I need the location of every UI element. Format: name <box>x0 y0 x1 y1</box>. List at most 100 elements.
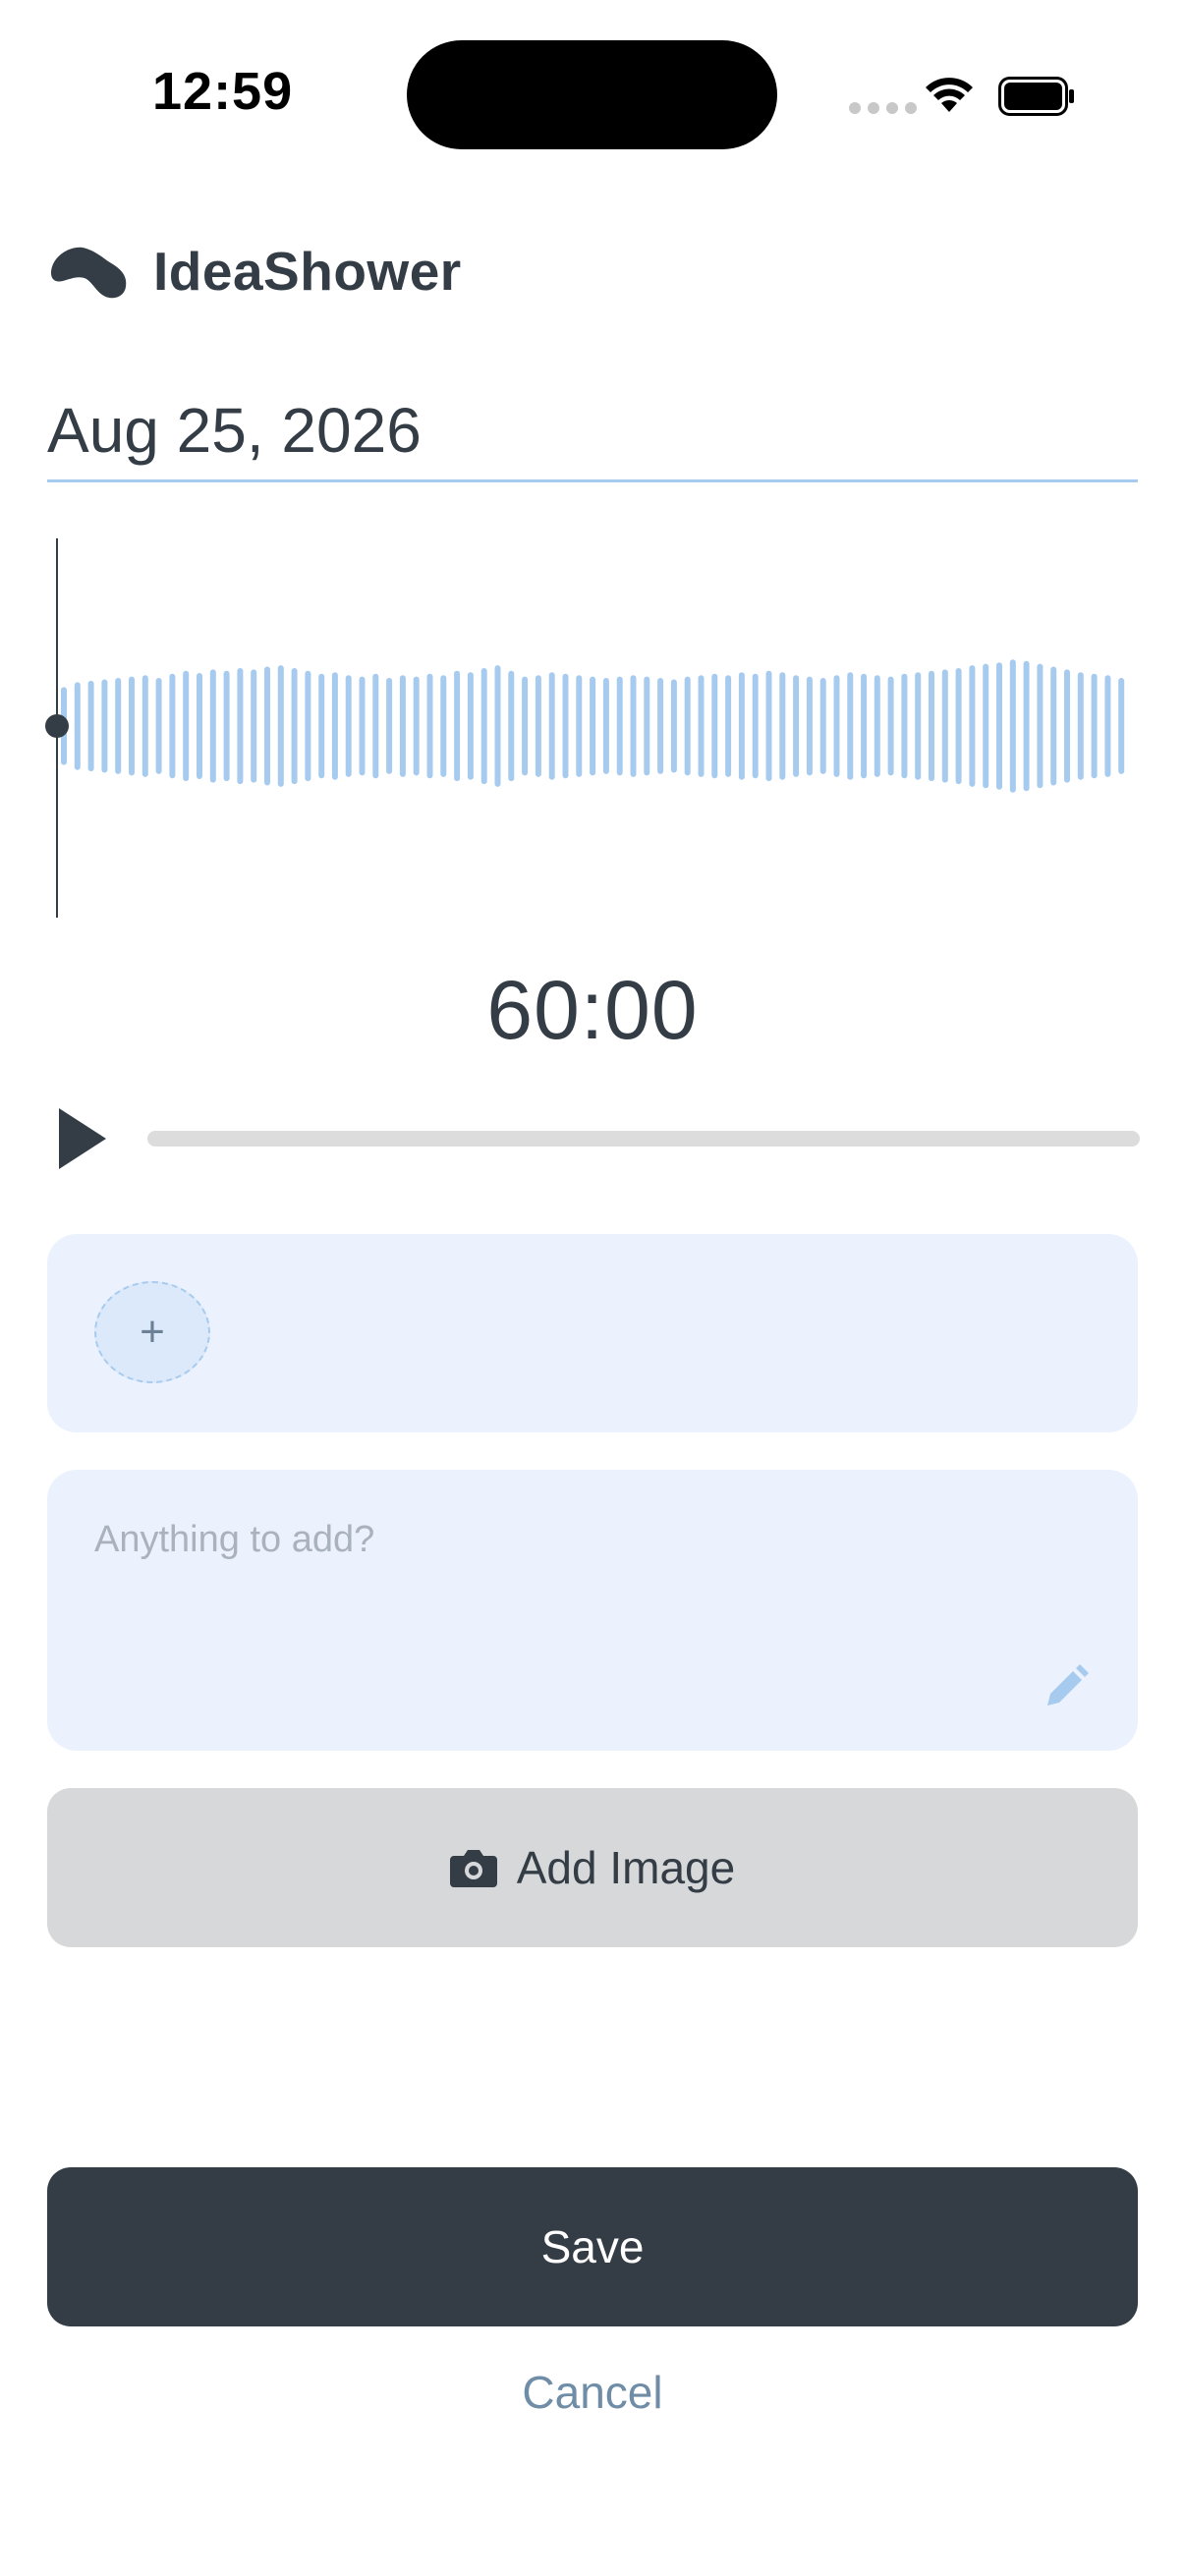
waveform-bar <box>237 668 244 785</box>
waveform-bar <box>1104 675 1111 777</box>
pencil-icon <box>1047 1664 1089 1706</box>
waveform-bar <box>901 673 908 779</box>
waveform-bar <box>752 673 759 779</box>
waveform-bar <box>508 670 515 782</box>
plus-icon: + <box>140 1308 165 1356</box>
waveform-bar <box>440 675 447 777</box>
tags-card: + <box>47 1234 1138 1432</box>
waveform-bar <box>1050 666 1057 786</box>
playhead-handle[interactable] <box>45 714 69 738</box>
waveform-bar <box>535 675 541 777</box>
waveform-bar <box>969 665 976 787</box>
waveform-bar <box>602 678 609 774</box>
waveform-bar <box>480 668 487 785</box>
waveform-bar <box>115 678 122 774</box>
waveform-bar <box>874 675 880 777</box>
waveform-bar <box>467 672 474 780</box>
waveform-bar <box>929 670 934 782</box>
duration-timer: 60:00 <box>486 964 699 1056</box>
waveform-bar <box>819 678 826 774</box>
waveform-bar <box>331 672 338 780</box>
waveform-bar <box>318 673 325 779</box>
waveform-bar <box>359 676 366 776</box>
waveform-bar <box>616 676 623 776</box>
waveform-bar <box>426 673 433 779</box>
waveform-bar <box>590 676 596 776</box>
waveform-bar <box>644 676 650 776</box>
waveform-bar <box>887 676 894 776</box>
save-button[interactable]: Save <box>47 2167 1138 2326</box>
wifi-icon <box>926 78 973 112</box>
status-time: 12:59 <box>152 62 294 121</box>
waveform-bar <box>305 670 311 782</box>
playback-progress-bar[interactable] <box>147 1131 1140 1147</box>
waveform-bar <box>141 675 148 777</box>
add-image-label: Add Image <box>516 1842 736 1893</box>
waveform-bar <box>386 678 393 774</box>
waveform-bar <box>1009 659 1016 793</box>
waveform-bar <box>1077 672 1084 780</box>
waveform-bar <box>522 676 529 776</box>
waveform-bar <box>698 675 705 777</box>
waveform-bar <box>1118 678 1125 774</box>
waveform-bar <box>155 678 162 774</box>
waveform[interactable] <box>47 538 1140 918</box>
waveform-bar <box>277 665 284 787</box>
waveform-bar <box>399 675 406 777</box>
waveform-bar <box>291 668 298 785</box>
waveform-bar <box>251 669 257 783</box>
logo-icon <box>51 247 127 299</box>
waveform-bar <box>87 680 94 772</box>
waveform-bar <box>209 669 216 783</box>
waveform-bar <box>941 669 948 783</box>
signal-icon <box>849 102 917 114</box>
cancel-button[interactable]: Cancel <box>0 2366 1185 2419</box>
waveform-bar <box>765 670 772 782</box>
waveform-bar <box>915 672 922 780</box>
waveform-bar <box>711 673 718 779</box>
waveform-bar <box>345 675 352 777</box>
waveform-bar <box>548 672 555 780</box>
waveform-bar <box>454 670 461 782</box>
waveform-bar <box>413 676 420 776</box>
waveform-bar <box>630 675 637 777</box>
waveform-bar <box>74 682 81 770</box>
play-icon[interactable] <box>59 1108 106 1169</box>
waveform-bar <box>806 676 813 776</box>
waveform-bar <box>1091 673 1098 779</box>
waveform-bar <box>197 673 202 779</box>
waveform-bar <box>861 673 868 779</box>
date-field[interactable] <box>47 381 1138 482</box>
waveform-bar <box>847 672 854 780</box>
add-tag-button[interactable]: + <box>94 1281 210 1383</box>
waveform-bar <box>264 666 270 786</box>
add-image-button[interactable]: Add Image <box>47 1788 1138 1947</box>
waveform-bar <box>779 672 786 780</box>
waveform-bar <box>738 672 745 780</box>
camera-icon <box>449 1850 497 1887</box>
waveform-bar <box>955 668 962 785</box>
waveform-bar <box>1023 660 1030 792</box>
notes-input[interactable] <box>94 1519 1038 1696</box>
waveform-bar <box>833 675 840 777</box>
waveform-bar <box>983 663 989 789</box>
waveform-bar <box>183 670 190 782</box>
waveform-bar <box>372 673 379 779</box>
waveform-bar <box>169 673 176 779</box>
waveform-bar <box>725 675 732 777</box>
waveform-bar <box>494 665 501 787</box>
waveform-bar <box>562 673 569 779</box>
waveform-bar <box>996 662 1002 790</box>
waveform-bar <box>576 675 583 777</box>
waveform-bar <box>223 670 230 782</box>
waveform-bar <box>1064 669 1070 783</box>
battery-icon <box>998 77 1074 116</box>
app-title: IdeaShower <box>153 241 462 302</box>
notes-card <box>47 1470 1138 1751</box>
waveform-bar <box>793 675 800 777</box>
waveform-bar <box>129 676 135 776</box>
waveform-bar <box>684 676 691 776</box>
waveform-bar <box>1037 663 1044 789</box>
dynamic-island <box>407 40 777 149</box>
waveform-bar <box>101 679 108 773</box>
